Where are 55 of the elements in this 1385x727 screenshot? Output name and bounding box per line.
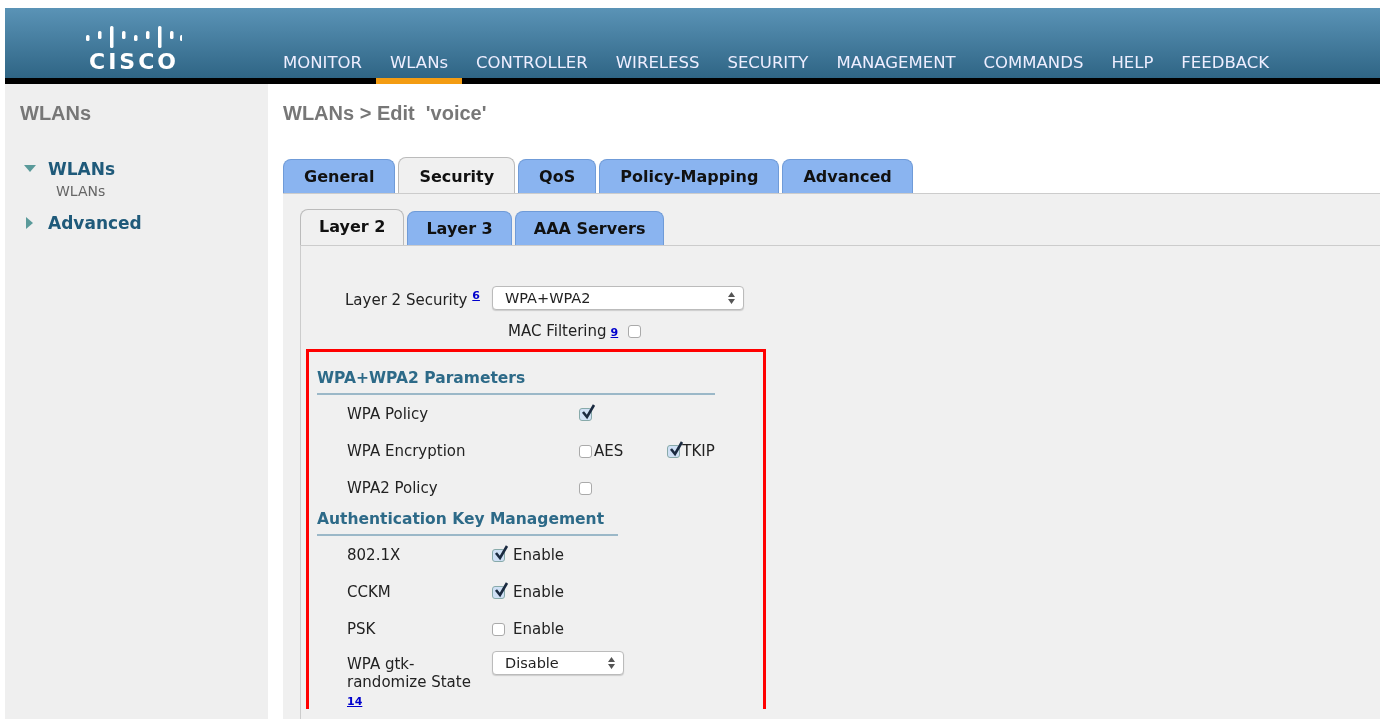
logo-icon [86,25,182,49]
checkbox[interactable] [579,407,592,421]
option-label: AES [594,442,624,460]
field-label: MAC Filtering [508,322,607,340]
field-label: Layer 2 Security [345,291,468,309]
tab[interactable]: AAA Servers [514,211,665,245]
updown-arrows-icon [727,292,735,304]
menu-item[interactable]: HELP [1097,53,1168,84]
menu-item[interactable]: SECURITY [713,53,823,84]
section-heading: WPA+WPA2 Parameters [317,369,716,395]
footnote-link[interactable]: 9 [610,325,619,339]
checkbox[interactable] [579,444,592,458]
checkbox[interactable] [628,325,642,338]
menu-item[interactable]: COMMANDS [969,53,1098,84]
menu-item[interactable]: WIRELESS [601,53,714,84]
checkbox[interactable] [492,622,505,636]
sidebar-item[interactable]: WLANs [48,159,116,179]
dropdown[interactable]: Disable [492,651,624,675]
footnote-link[interactable]: 14 [347,695,363,708]
menu-item[interactable]: FEEDBACK [1167,53,1284,84]
tab[interactable]: General [283,159,396,193]
section-heading: Authentication Key Management [317,510,619,536]
checkbox[interactable] [579,481,592,495]
logo-text: CISCO [89,49,179,74]
tab[interactable]: Security [398,157,516,193]
sidebar-item[interactable]: Advanced [48,213,142,233]
tab[interactable]: Layer 3 [407,211,512,245]
tab[interactable]: Advanced [782,159,913,193]
field-label: WPA2 Policy [347,479,439,497]
menu-item[interactable]: MANAGEMENT [822,53,970,84]
field-label: CCKM [347,583,392,601]
field-label: WPA Encryption [347,442,467,460]
option-label: Enable [513,620,565,638]
tab[interactable]: Layer 2 [300,209,405,245]
option-label: Enable [513,546,565,564]
field-label: WPA Policy [347,405,430,423]
menu-item[interactable]: WLANs [375,53,463,84]
field-label: PSK [347,620,377,638]
updown-arrows-icon [608,657,615,669]
tab[interactable]: Policy-Mapping [599,159,780,193]
option-label: Enable [513,583,565,601]
sidebar-subitem[interactable]: WLANs [56,183,268,199]
option-label: TKIP [682,442,715,460]
tab[interactable]: QoS [518,159,597,193]
footnote-link[interactable]: 6 [472,289,480,302]
field-label: WPA gtk-randomize State [347,655,471,691]
sidebar-title: WLANs [20,102,93,125]
menu-item[interactable]: CONTROLLER [462,53,602,84]
checkbox[interactable] [667,444,681,458]
checkbox[interactable] [492,548,505,562]
checkbox[interactable] [492,585,505,599]
field-label: 802.1X [347,546,402,564]
menu-item[interactable]: MONITOR [283,53,376,84]
page-title: WLANs > Edit 'voice' [283,102,488,125]
dropdown[interactable]: WPA+WPA2 [491,286,744,310]
